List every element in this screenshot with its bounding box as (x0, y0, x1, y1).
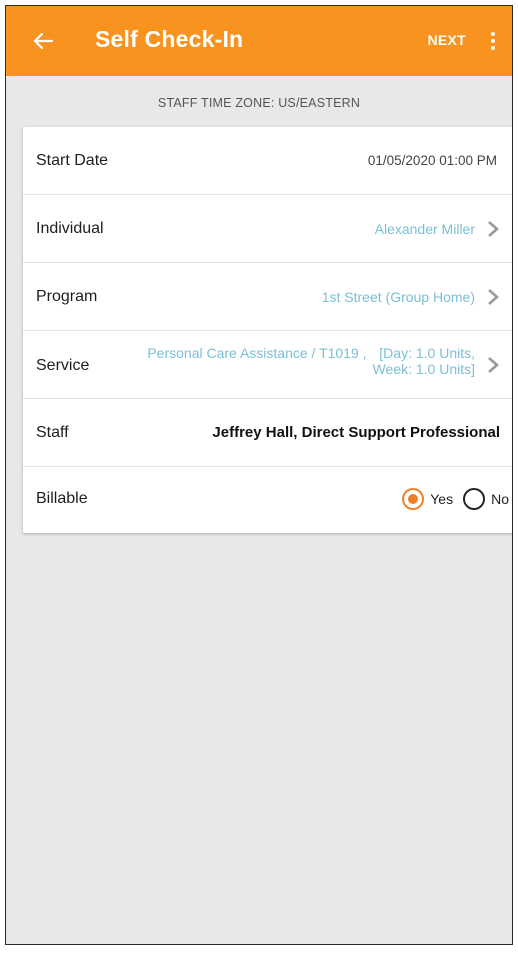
start-date-label: Start Date (36, 151, 109, 169)
staff-label: Staff (36, 423, 69, 441)
service-value: Personal Care Assistance / T1019 , [Day:… (115, 345, 475, 377)
billable-label: Billable (36, 490, 88, 507)
billable-yes-radio[interactable] (402, 488, 425, 510)
billable-row: Billable Yes No (23, 467, 512, 531)
billable-yes-label[interactable]: Yes (430, 491, 453, 507)
service-name: Personal Care Assistance / T1019 , (147, 345, 367, 361)
program-row[interactable]: Program 1st Street (Group Home) (23, 263, 512, 331)
individual-value: Alexander Miller (374, 220, 475, 237)
staff-row: Staff Jeffrey Hall, Direct Support Profe… (23, 399, 512, 467)
service-units-week: Week: 1.0 Units] (372, 361, 475, 377)
service-label: Service (36, 357, 90, 374)
program-label: Program (36, 287, 98, 305)
page-title: Self Check-In (95, 26, 244, 52)
billable-no-radio[interactable] (463, 488, 486, 510)
service-units-day: [Day: 1.0 Units, (379, 345, 475, 361)
billable-no-label[interactable]: No (491, 491, 509, 507)
service-row[interactable]: Service Personal Care Assistance / T1019… (23, 331, 512, 399)
chevron-right-icon (488, 288, 499, 305)
app-bar: Self Check-In NEXT (6, 6, 512, 76)
chevron-right-icon (488, 356, 499, 373)
app-screen: Self Check-In NEXT STAFF TIME ZONE: US/E… (5, 5, 513, 945)
more-vert-icon[interactable] (484, 28, 502, 54)
next-button[interactable]: NEXT (427, 32, 466, 48)
start-date-row[interactable]: Start Date 01/05/2020 01:00 PM (23, 127, 512, 195)
staff-value: Jeffrey Hall, Direct Support Professiona… (212, 424, 500, 441)
arrow-back-icon[interactable] (30, 28, 56, 54)
chevron-right-icon (488, 220, 499, 237)
check-in-form: Start Date 01/05/2020 01:00 PM Individua… (23, 127, 512, 533)
billable-radio-group: Yes No (402, 488, 509, 510)
service-units: [Day: 1.0 Units, Week: 1.0 Units] (373, 345, 475, 377)
start-date-value: 01/05/2020 01:00 PM (367, 153, 497, 168)
timezone-label: STAFF TIME ZONE: US/EASTERN (157, 96, 361, 110)
individual-row[interactable]: Individual Alexander Miller (23, 195, 512, 263)
program-value: 1st Street (Group Home) (321, 288, 475, 305)
individual-label: Individual (36, 219, 104, 237)
